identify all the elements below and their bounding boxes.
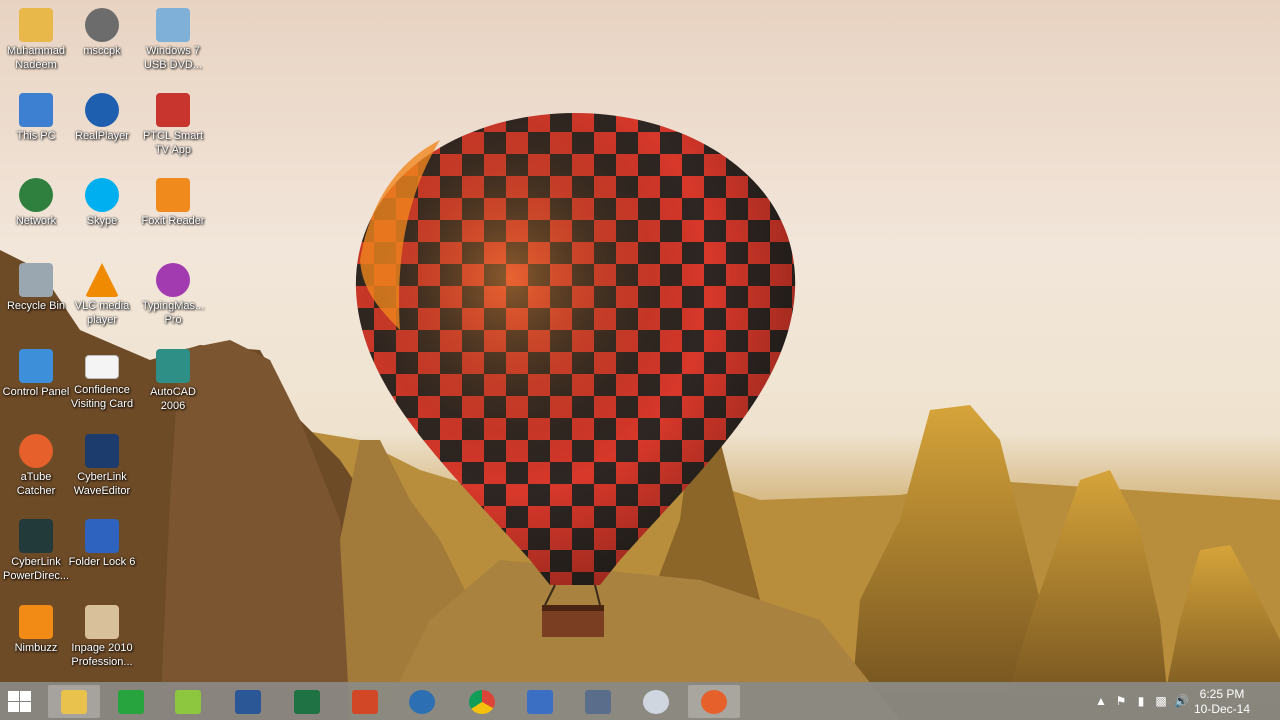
desktop-icon-vlc[interactable]: VLC media player bbox=[66, 259, 138, 339]
desktop-icon-label: This PC bbox=[16, 130, 56, 142]
desktop-icon-label: Nimbuzz bbox=[14, 642, 58, 654]
webcam-icon bbox=[85, 8, 119, 42]
taskbar-file-explorer[interactable] bbox=[48, 685, 100, 718]
desktop-icon-label: Folder Lock 6 bbox=[68, 556, 136, 568]
desktop-icon-skype[interactable]: Skype bbox=[66, 174, 138, 254]
desktop-icon-this-pc[interactable]: This PC bbox=[0, 89, 72, 169]
desktop-icon-label: Skype bbox=[86, 215, 118, 227]
network-globe-icon bbox=[19, 178, 53, 212]
atube-catcher-icon bbox=[701, 689, 727, 714]
show-hidden-icons-icon[interactable]: ▲ bbox=[1094, 694, 1108, 708]
skype-icon bbox=[85, 178, 119, 212]
excel-icon bbox=[294, 689, 320, 714]
desktop-icon-foxit-reader[interactable]: Foxit Reader bbox=[137, 174, 209, 254]
desktop-icon-muhammad-nadeem[interactable]: Muhammad Nadeem bbox=[0, 4, 72, 84]
desktop-icon-label: Control Panel bbox=[2, 386, 70, 398]
computer-icon bbox=[19, 93, 53, 127]
desktop-icon-label: TypingMas... Pro bbox=[141, 300, 205, 326]
screen-recorder-icon bbox=[585, 689, 611, 714]
desktop-icon-cyberlink-powerdirector[interactable]: CyberLink PowerDirec... bbox=[0, 515, 72, 595]
clock[interactable]: 6:25 PM 10-Dec-14 bbox=[1192, 687, 1252, 717]
powerpoint-icon bbox=[352, 689, 378, 714]
atube-catcher-icon bbox=[19, 434, 53, 468]
desktop-icon-label: CyberLink PowerDirec... bbox=[2, 556, 70, 582]
paint-tool-icon bbox=[643, 689, 669, 714]
desktop-icon-control-panel[interactable]: Control Panel bbox=[0, 345, 72, 425]
desktop-icon-label: Foxit Reader bbox=[141, 215, 205, 227]
taskbar-screen-recorder[interactable] bbox=[572, 685, 624, 718]
foxit-reader-icon bbox=[156, 178, 190, 212]
vlc-cone-icon bbox=[85, 263, 119, 297]
desktop-icon-msccpk[interactable]: msccpk bbox=[66, 4, 138, 84]
desktop-icon-windows7-usb-dvd[interactable]: Windows 7 USB DVD... bbox=[137, 4, 209, 84]
desktop-icon-folder-lock[interactable]: Folder Lock 6 bbox=[66, 515, 138, 595]
store-icon bbox=[118, 689, 144, 714]
desktop-icon-label: RealPlayer bbox=[75, 130, 129, 142]
action-center-flag-icon[interactable]: ⚑ bbox=[1114, 694, 1128, 708]
desktop-icon-label: Network bbox=[15, 215, 57, 227]
taskbar-media-player[interactable] bbox=[396, 685, 448, 718]
visual-c-icon bbox=[527, 689, 553, 714]
desktop-icon-label: aTube Catcher bbox=[16, 471, 56, 497]
desktop-icon-typingmaster[interactable]: TypingMas... Pro bbox=[137, 259, 209, 339]
taskbar-paint-tool[interactable] bbox=[630, 685, 682, 718]
autocad-icon bbox=[156, 349, 190, 383]
desktop-icon-cyberlink-waveeditor[interactable]: CyberLink WaveEditor bbox=[66, 430, 138, 510]
clock-date: 10-Dec-14 bbox=[1193, 702, 1251, 716]
desktop-icon-label: CyberLink WaveEditor bbox=[73, 471, 131, 497]
taskbar-visual-c[interactable] bbox=[514, 685, 566, 718]
taskbar-store[interactable] bbox=[105, 685, 157, 718]
desktop-icon-ptcl-smart-tv[interactable]: PTCL Smart TV App bbox=[137, 89, 209, 169]
taskbar-notepadpp[interactable] bbox=[162, 685, 214, 718]
notepadpp-icon bbox=[175, 689, 201, 714]
word-icon bbox=[235, 689, 261, 714]
desktop-icon-label: Recycle Bin bbox=[6, 300, 66, 312]
waveeditor-icon bbox=[85, 434, 119, 468]
taskbar-excel[interactable] bbox=[281, 685, 333, 718]
desktop-icon-label: Windows 7 USB DVD... bbox=[143, 45, 203, 71]
desktop-icon-label: AutoCAD 2006 bbox=[150, 386, 196, 412]
battery-icon[interactable]: ▮ bbox=[1134, 694, 1148, 708]
inpage-icon bbox=[85, 605, 119, 639]
recycle-bin-icon bbox=[19, 263, 53, 297]
typingmaster-icon bbox=[156, 263, 190, 297]
taskbar-atube-catcher[interactable] bbox=[688, 685, 740, 718]
desktop-icon-label: Inpage 2010 Profession... bbox=[71, 642, 133, 668]
desktop-icon-atube-catcher[interactable]: aTube Catcher bbox=[0, 430, 72, 510]
desktop-icon-recycle-bin[interactable]: Recycle Bin bbox=[0, 259, 72, 339]
desktop-icon-label: Muhammad Nadeem bbox=[6, 45, 66, 71]
taskbar-powerpoint[interactable] bbox=[339, 685, 391, 718]
user-folder-icon bbox=[19, 8, 53, 42]
desktop-icon-label: Confidence Visiting Card bbox=[70, 384, 134, 410]
nimbuzz-icon bbox=[19, 605, 53, 639]
realplayer-icon bbox=[85, 93, 119, 127]
control-panel-icon bbox=[19, 349, 53, 383]
clock-time: 6:25 PM bbox=[1199, 687, 1245, 701]
taskbar-chrome[interactable] bbox=[456, 685, 508, 718]
volume-icon[interactable]: 🔊 bbox=[1174, 694, 1189, 708]
desktop-icon-label: msccpk bbox=[83, 45, 121, 57]
chrome-icon bbox=[469, 689, 495, 714]
desktop-icon-nimbuzz[interactable]: Nimbuzz bbox=[0, 601, 72, 681]
desktop-icon-label: PTCL Smart TV App bbox=[142, 130, 204, 156]
visiting-card-icon bbox=[85, 355, 119, 379]
desktop-icon-label: VLC media player bbox=[74, 300, 130, 326]
desktop-icon-inpage[interactable]: Inpage 2010 Profession... bbox=[66, 601, 138, 681]
media-player-icon bbox=[409, 689, 435, 714]
folder-lock-icon bbox=[85, 519, 119, 553]
desktop-icon-autocad[interactable]: AutoCAD 2006 bbox=[137, 345, 209, 425]
usb-dvd-tool-icon bbox=[156, 8, 190, 42]
taskbar: ▲ ⚑ ▮ ▩ 🔊 6:25 PM 10-Dec-14 bbox=[0, 682, 1280, 720]
network-signal-icon[interactable]: ▩ bbox=[1154, 694, 1168, 708]
powerdirector-icon bbox=[19, 519, 53, 553]
start-button[interactable] bbox=[6, 690, 32, 714]
taskbar-word[interactable] bbox=[222, 685, 274, 718]
desktop-icon-confidence-visiting-card[interactable]: Confidence Visiting Card bbox=[66, 345, 138, 425]
system-tray: ▲ ⚑ ▮ ▩ 🔊 6:25 PM 10-Dec-14 bbox=[1080, 682, 1280, 720]
desktop-icon-realplayer[interactable]: RealPlayer bbox=[66, 89, 138, 169]
ptcl-tv-icon bbox=[156, 93, 190, 127]
desktop-icon-network[interactable]: Network bbox=[0, 174, 72, 254]
file-explorer-icon bbox=[61, 689, 87, 714]
